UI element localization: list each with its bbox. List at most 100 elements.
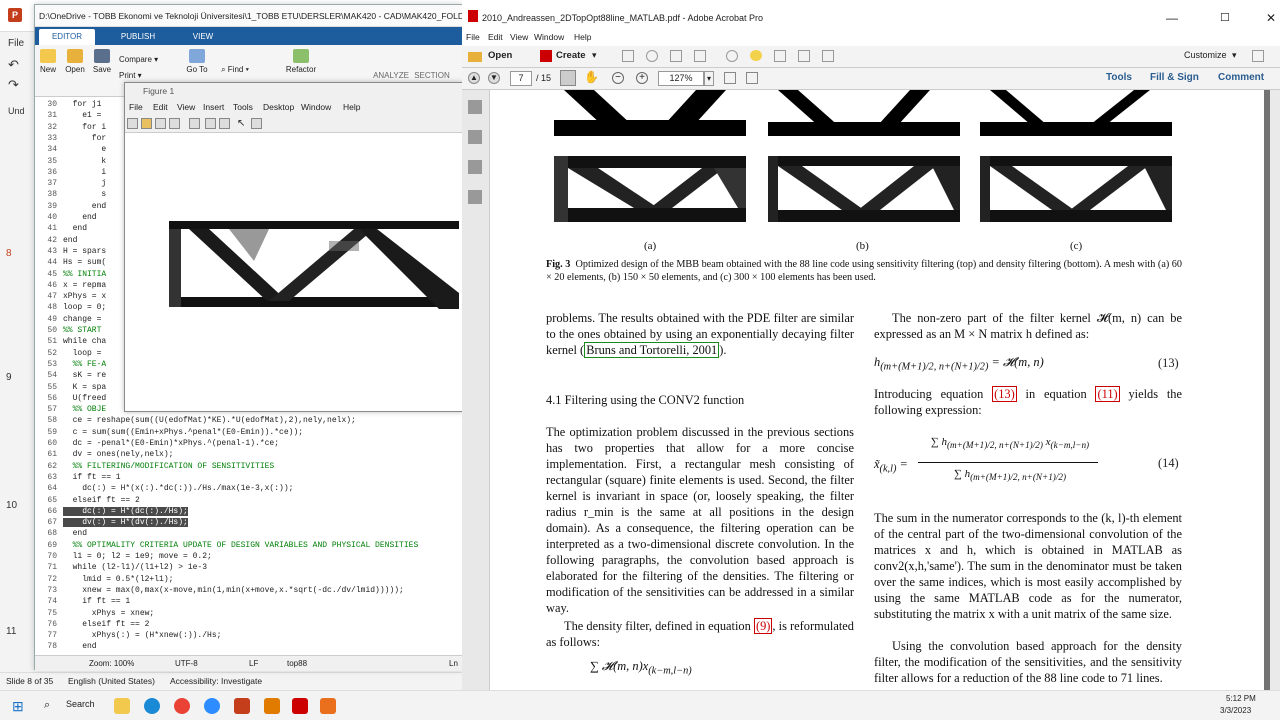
menu-tools[interactable]: Tools [233, 99, 253, 115]
edit-plot-icon[interactable] [251, 118, 262, 129]
menu-desktop[interactable]: Desktop [263, 99, 294, 115]
cloud-icon[interactable] [646, 50, 658, 62]
equation-link[interactable]: (13) [992, 386, 1017, 402]
code-line[interactable]: 62 %% FILTERING/MODIFICATION OF SENSITIV… [35, 461, 463, 472]
print-icon[interactable] [169, 118, 180, 129]
powerpoint-slide-pane[interactable]: File ↶ ↷ Und 8 9 10 11 [0, 32, 34, 672]
equation-link[interactable]: (9) [753, 618, 773, 634]
undo-icon[interactable]: ↶ [8, 57, 19, 73]
code-line[interactable]: 74 if ft == 1 [35, 596, 463, 607]
code-line[interactable]: 58 ce = reshape(sum((U(edofMat)*KE).*U(e… [35, 415, 463, 426]
goto-button[interactable]: Go To [185, 49, 209, 74]
acrobat-taskbar-icon[interactable] [292, 698, 308, 714]
code-line[interactable]: 63 if ft == 1 [35, 472, 463, 483]
minimize-icon[interactable]: — [1166, 0, 1178, 36]
code-line[interactable]: 69 %% OPTIMALITY CRITERIA UPDATE OF DESI… [35, 540, 463, 551]
zoom-input[interactable]: 127% [658, 71, 704, 86]
pages-panel-icon[interactable] [468, 100, 482, 114]
compare-button[interactable]: Compare ▾ [119, 55, 179, 64]
figure-window[interactable]: Figure 1 File Edit View Insert Tools Des… [124, 82, 465, 412]
open-button[interactable]: Open [63, 49, 87, 74]
print-button[interactable]: Print ▾ [119, 71, 179, 80]
section-tab[interactable]: SECTION [413, 71, 451, 80]
analyze-tab[interactable]: ANALYZE [373, 71, 409, 80]
code-line[interactable]: 60 dc = -penal*(E0-Emin)*xPhys.^(penal-1… [35, 438, 463, 449]
menu-window[interactable]: Window [534, 32, 564, 42]
zoom-dropdown-icon[interactable]: ▾ [704, 71, 714, 86]
pointer-icon[interactable]: ↖ [237, 118, 248, 129]
code-line[interactable]: 59 c = sum(sum((Emin+xPhys.^penal*(E0-Em… [35, 427, 463, 438]
powerpoint-taskbar-icon[interactable] [234, 698, 250, 714]
menu-file[interactable]: File [129, 99, 143, 115]
file-menu[interactable]: File [8, 38, 24, 49]
code-line[interactable]: 61 dv = ones(nely,nelx); [35, 449, 463, 460]
code-line[interactable]: 64 dc(:) = H*(x(:).*dc(:))./Hs./max(1e-3… [35, 483, 463, 494]
sign-icon[interactable] [822, 50, 834, 62]
prev-page-icon[interactable]: ▲ [468, 72, 480, 84]
menu-window[interactable]: Window [301, 99, 331, 115]
zoom-out-icon[interactable]: − [612, 72, 624, 84]
link-icon[interactable] [189, 118, 200, 129]
code-line[interactable]: 76 elseif ft == 2 [35, 619, 463, 630]
clock-date[interactable]: 3/3/2023 [1220, 706, 1251, 715]
taskbar-search[interactable]: Search [66, 699, 95, 709]
save-button[interactable]: Save [91, 49, 113, 74]
code-line[interactable]: 73 xnew = max(0,max(x-move,min(1,min(x+m… [35, 585, 463, 596]
code-line[interactable]: 75 xPhys = xnew; [35, 608, 463, 619]
fit-width-icon[interactable] [746, 72, 758, 84]
menu-edit[interactable]: Edit [488, 32, 503, 42]
share-icon[interactable] [798, 50, 810, 62]
code-line[interactable]: 65 elseif ft == 2 [35, 495, 463, 506]
menu-help[interactable]: Help [343, 99, 360, 115]
menu-help[interactable]: Help [574, 32, 591, 42]
code-line[interactable]: 66 dc(:) = H*(dc(:)./Hs); [35, 506, 463, 517]
page-number-input[interactable]: 7 [510, 71, 532, 86]
create-button[interactable]: Create [556, 50, 586, 61]
gear-icon[interactable] [726, 50, 738, 62]
pdf-page[interactable]: (a) (b) (c) Fig. 3 Optimized design of t… [490, 90, 1264, 690]
hand-tool-icon[interactable]: ✋ [584, 70, 599, 84]
tools-pane-button[interactable]: Tools [1106, 72, 1132, 83]
app-taskbar-icon[interactable] [264, 698, 280, 714]
slide-number[interactable]: 9 [6, 372, 12, 383]
clock-time[interactable]: 5:12 PM [1226, 694, 1256, 703]
colorbar-icon[interactable] [205, 118, 216, 129]
save-icon[interactable] [622, 50, 634, 62]
new-button[interactable]: New [37, 49, 59, 74]
comment-pane-button[interactable]: Comment [1218, 72, 1264, 83]
signatures-panel-icon[interactable] [468, 190, 482, 204]
redo-icon[interactable]: ↷ [8, 77, 19, 93]
expand-icon[interactable] [1252, 50, 1264, 62]
tab-view[interactable]: VIEW [185, 29, 221, 45]
save-icon[interactable] [155, 118, 166, 129]
zoom-in-icon[interactable]: + [636, 72, 648, 84]
new-figure-icon[interactable] [127, 118, 138, 129]
equation-link[interactable]: (11) [1095, 386, 1120, 402]
edge-icon[interactable] [144, 698, 160, 714]
next-page-icon[interactable]: ▼ [488, 72, 500, 84]
create-dropdown-icon[interactable]: ▾ [592, 50, 597, 61]
slide-number[interactable]: 8 [6, 248, 12, 259]
slide-number[interactable]: 10 [6, 500, 17, 511]
file-explorer-icon[interactable] [114, 698, 130, 714]
code-line[interactable]: 70 l1 = 0; l2 = 1e9; move = 0.2; [35, 551, 463, 562]
citation-link[interactable]: Bruns and Tortorelli, 2001 [584, 342, 720, 358]
customize-dropdown-icon[interactable]: ▾ [1232, 50, 1237, 61]
tab-publish[interactable]: PUBLISH [113, 29, 163, 45]
fill-sign-button[interactable]: Fill & Sign [1150, 72, 1199, 83]
menu-view[interactable]: View [177, 99, 195, 115]
code-line[interactable]: 71 while (l2-l1)/(l1+l2) > 1e-3 [35, 562, 463, 573]
bookmarks-panel-icon[interactable] [468, 130, 482, 144]
chrome-icon[interactable] [174, 698, 190, 714]
menu-view[interactable]: View [510, 32, 528, 42]
accessibility-status[interactable]: Accessibility: Investigate [170, 673, 262, 690]
code-line[interactable]: 68 end [35, 528, 463, 539]
code-line[interactable]: 77 xPhys(:) = (H*xnew(:))./Hs; [35, 630, 463, 641]
customize-button[interactable]: Customize [1184, 50, 1227, 60]
attachments-panel-icon[interactable] [468, 160, 482, 174]
close-icon[interactable]: ✕ [1266, 0, 1276, 36]
highlight-icon[interactable] [774, 50, 786, 62]
print-icon[interactable] [670, 50, 682, 62]
windows-start-icon[interactable]: ⊞ [12, 698, 24, 715]
code-line[interactable]: 78 end [35, 641, 463, 652]
